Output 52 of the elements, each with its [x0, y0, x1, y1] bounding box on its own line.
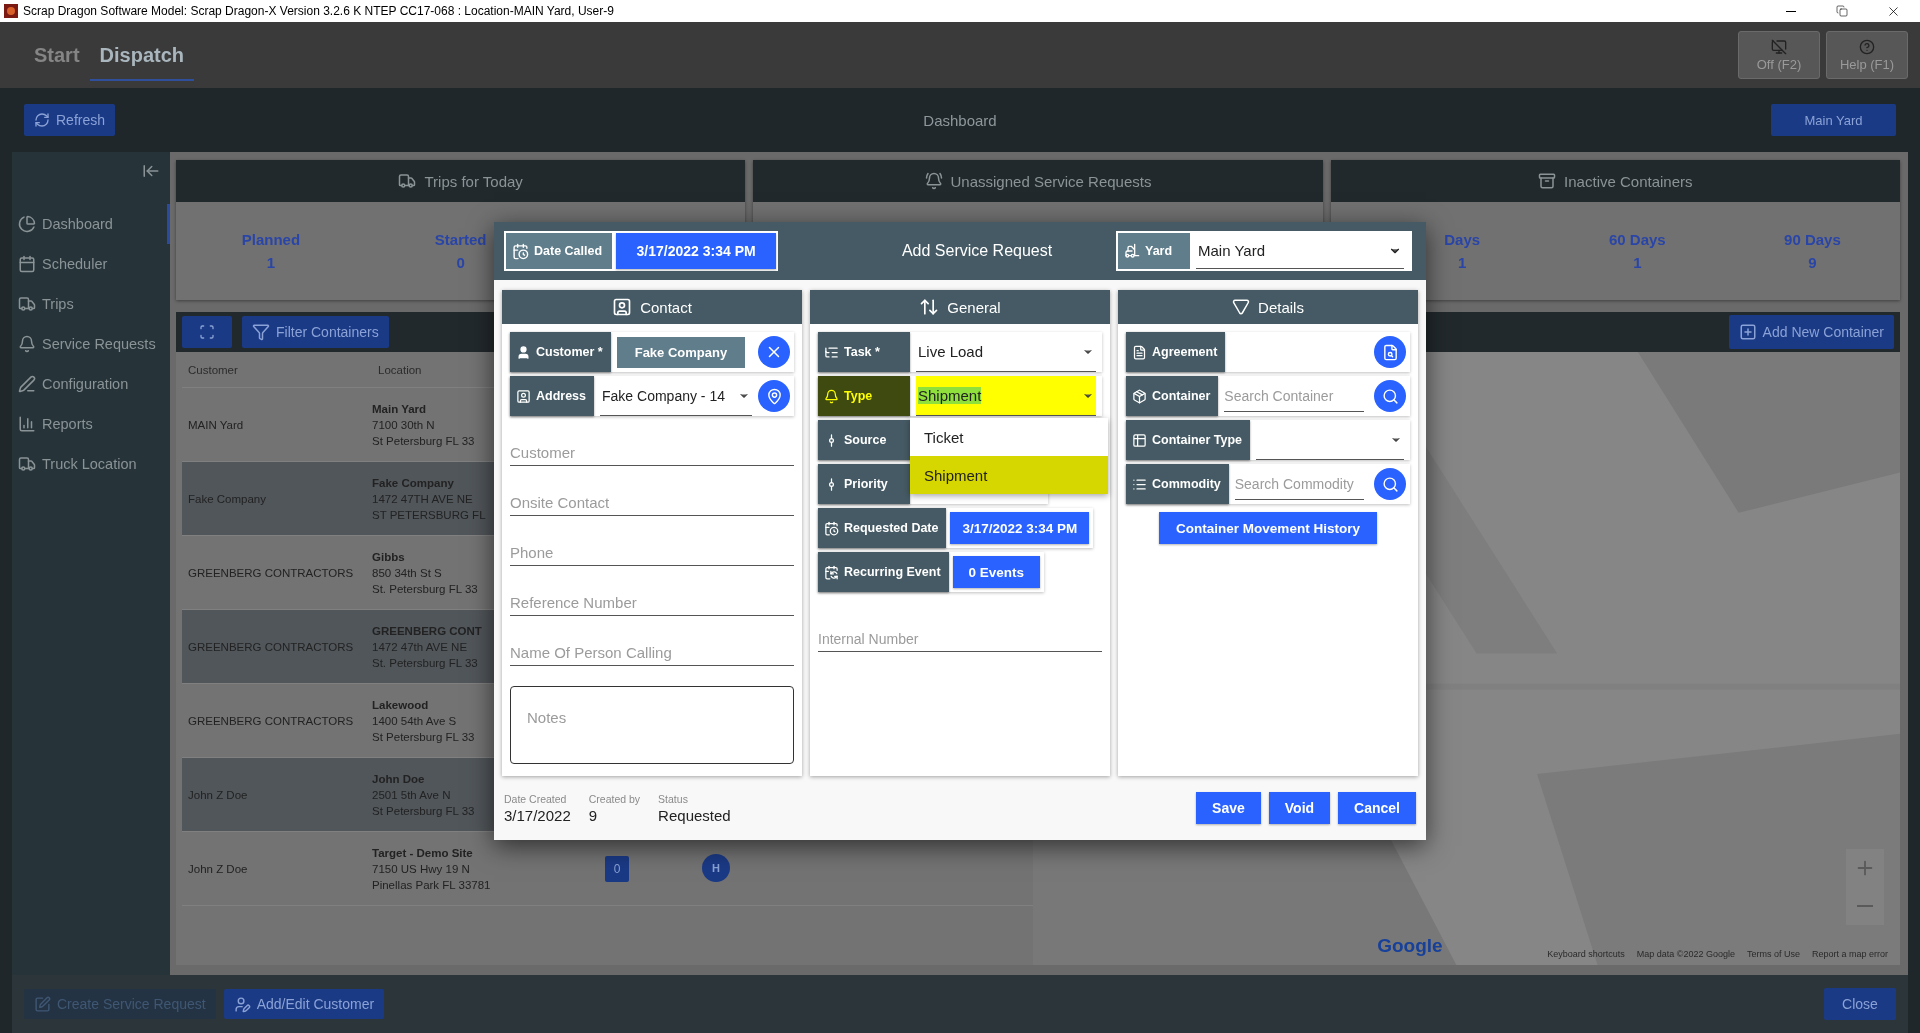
panel-title: General [947, 298, 1001, 316]
stat-value: 1 [1633, 254, 1642, 271]
stat-label: Started [434, 231, 487, 248]
meta-value: 3/17/2022 [504, 806, 571, 824]
stat-value: 1 [1458, 254, 1467, 271]
field-label: Container [1152, 389, 1211, 403]
field-label: Requested Date [844, 521, 939, 535]
stat-value: 1 [266, 254, 276, 271]
meta-value: Requested [658, 806, 731, 824]
page-title: Dashboard [923, 111, 997, 129]
column-header: Location [377, 363, 423, 376]
field-label: Commodity [1152, 477, 1221, 491]
table-cell-text: Lakewood 1400 54th Ave S St Petersburg FL 33 [372, 697, 475, 745]
field-label: Priority [844, 477, 888, 491]
field-label: Customer * [536, 345, 603, 359]
table-cell-text: GREENBERG CONTRACTORS [187, 714, 355, 727]
table-cell-text: Gibbs 850 34th St S St. Petersburg FL 33 [372, 549, 478, 597]
map-logo: Google [1377, 935, 1443, 957]
card-title: Trips for Today [424, 172, 523, 190]
stat-label: 60 Days [1608, 231, 1666, 248]
table-cell-text: Target - Demo Site 7150 US Hwy 19 N Pinellas Park FL 33781 [372, 845, 491, 893]
field-label: Yard [1145, 244, 1173, 258]
card-title: Inactive Containers [1564, 172, 1693, 190]
panel-title: Details [1258, 298, 1304, 316]
window-title: Scrap Dragon Software Model: Scrap Dragon-X Version 3.2.6 K NTEP CC17-068 : Location-MAIN Yard, User-9 [23, 4, 615, 18]
field-label: Date Called [534, 244, 603, 258]
table-cell-text: John Z Doe [187, 862, 249, 875]
table-cell-text: GREENBERG CONTRACTORS [187, 640, 355, 653]
table-cell-text: Main Yard 7100 30th N St Petersburg FL 33 [372, 401, 475, 449]
stat-value: 0 [456, 254, 465, 271]
dialog-title: Add Service Request [900, 242, 1054, 260]
table-cell-text: GREENBERG CONTRACTORS [187, 566, 355, 579]
stat-value: 9 [1808, 254, 1817, 271]
field-label: Source [844, 433, 887, 447]
stat-label: Days [1444, 231, 1481, 248]
table-cell-text: MAIN Yard [187, 418, 245, 431]
card-title: Unassigned Service Requests [950, 172, 1152, 190]
panel-title: Contact [640, 298, 692, 316]
table-cell-text: Fake Company [187, 492, 267, 505]
meta-value: 9 [588, 806, 599, 824]
stat-label: 90 Days [1784, 231, 1841, 248]
column-header: Customer [187, 363, 239, 376]
field-label: Recurring Event [844, 565, 941, 579]
field-label: Agreement [1152, 345, 1218, 359]
field-label: Address [536, 389, 587, 403]
meta-label: Created by [588, 792, 641, 805]
field-label: Task * [844, 345, 880, 359]
field-label: Container Type [1152, 433, 1243, 447]
field-label: Type [844, 389, 873, 403]
meta-label: Status [658, 792, 689, 805]
meta-label: Date Created [504, 792, 568, 805]
stat-label: Planned [241, 231, 301, 248]
